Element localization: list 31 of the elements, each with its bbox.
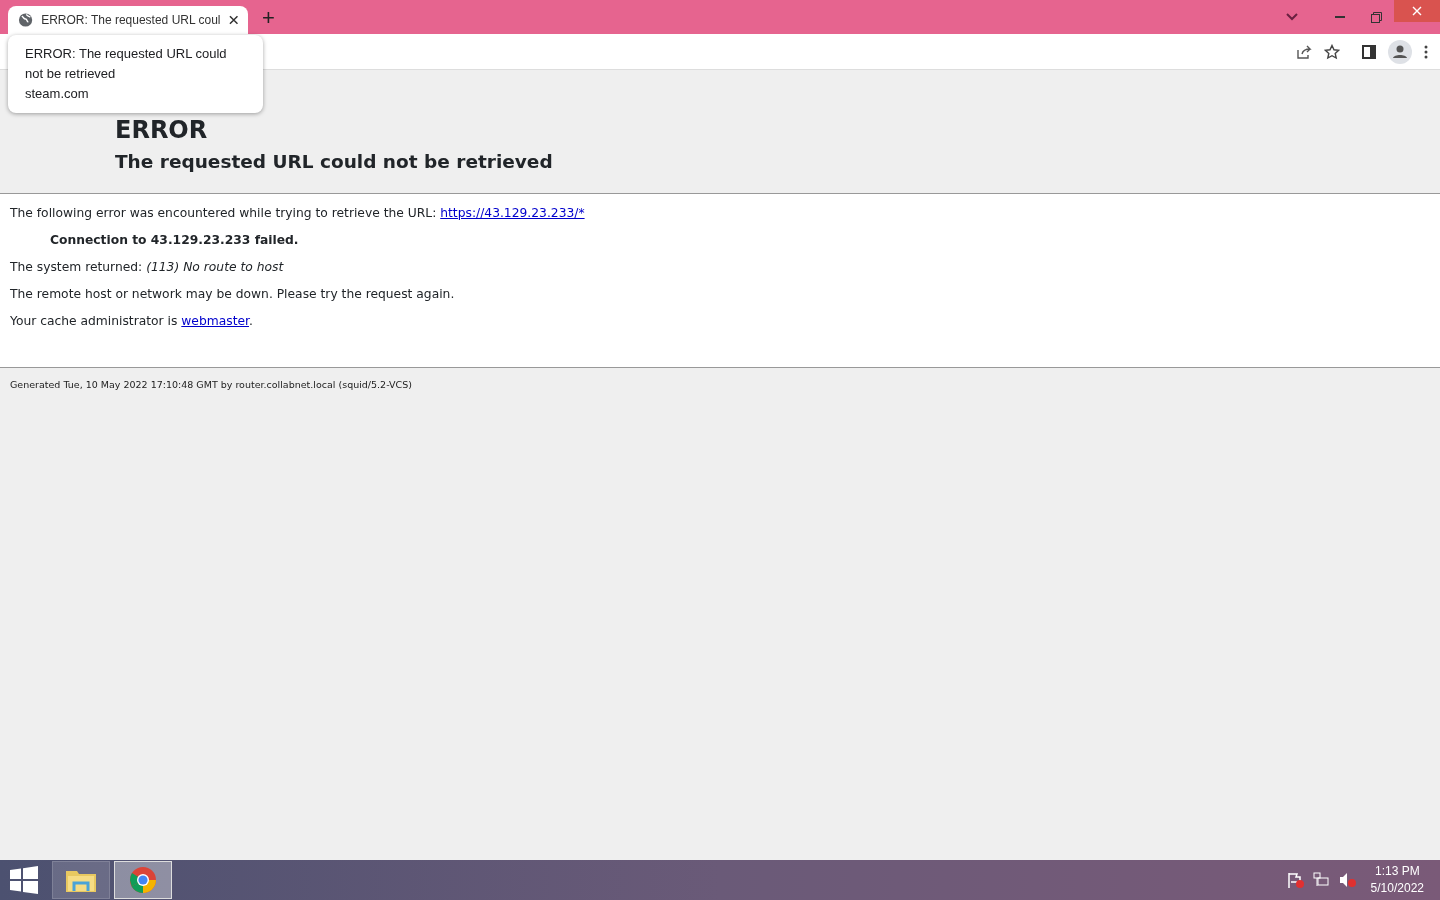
globe-icon	[18, 12, 34, 28]
flag-icon[interactable]	[1286, 872, 1305, 888]
browser-tab[interactable]: ERROR: The requested URL coul	[8, 6, 248, 34]
webmaster-link[interactable]: webmaster	[181, 314, 249, 328]
chrome-icon	[129, 866, 157, 894]
start-icon[interactable]	[10, 866, 38, 894]
restore-icon[interactable]	[1370, 11, 1382, 23]
close-window-icon[interactable]	[1412, 6, 1422, 16]
chevron-down-icon[interactable]	[1286, 13, 1298, 21]
clock-time[interactable]: 1:13 PM	[1370, 863, 1424, 880]
network-icon[interactable]	[1312, 872, 1331, 888]
admin-text: Your cache administrator is webmaster.	[10, 314, 254, 329]
url-link[interactable]: https://43.129.23.233/*	[440, 206, 585, 220]
tooltip-host: steam.com	[25, 85, 90, 103]
star-icon[interactable]	[1324, 43, 1340, 60]
error-description: The following error was encountered while trying to retrieve the URL: https://43.129.23.233/*	[10, 206, 586, 221]
advice-text: The remote host or network may be down. Please try the request again.	[10, 287, 456, 302]
taskbar-app[interactable]	[114, 861, 172, 899]
failure-message: Connection to 43.129.23.233 failed.	[49, 233, 300, 248]
mute-icon[interactable]	[1338, 872, 1357, 888]
menu-icon[interactable]	[1424, 44, 1428, 59]
error-subheading: The requested URL could not be retrieved	[115, 150, 554, 173]
error-heading: ERROR	[115, 116, 209, 145]
footer-text: Generated Tue, 10 May 2022 17:10:48 GMT by router.collabnet.local (squid/5.2-VCS)	[9, 378, 413, 392]
share-icon[interactable]	[1296, 43, 1312, 60]
new-tab-button[interactable]: +	[262, 4, 275, 32]
clock-date[interactable]: 5/10/2022	[1370, 880, 1424, 897]
side-panel-icon[interactable]	[1362, 44, 1376, 59]
system-message: The system returned: (113) No route to host	[10, 260, 285, 275]
profile-icon[interactable]	[1388, 39, 1412, 64]
close-icon[interactable]	[228, 15, 238, 25]
